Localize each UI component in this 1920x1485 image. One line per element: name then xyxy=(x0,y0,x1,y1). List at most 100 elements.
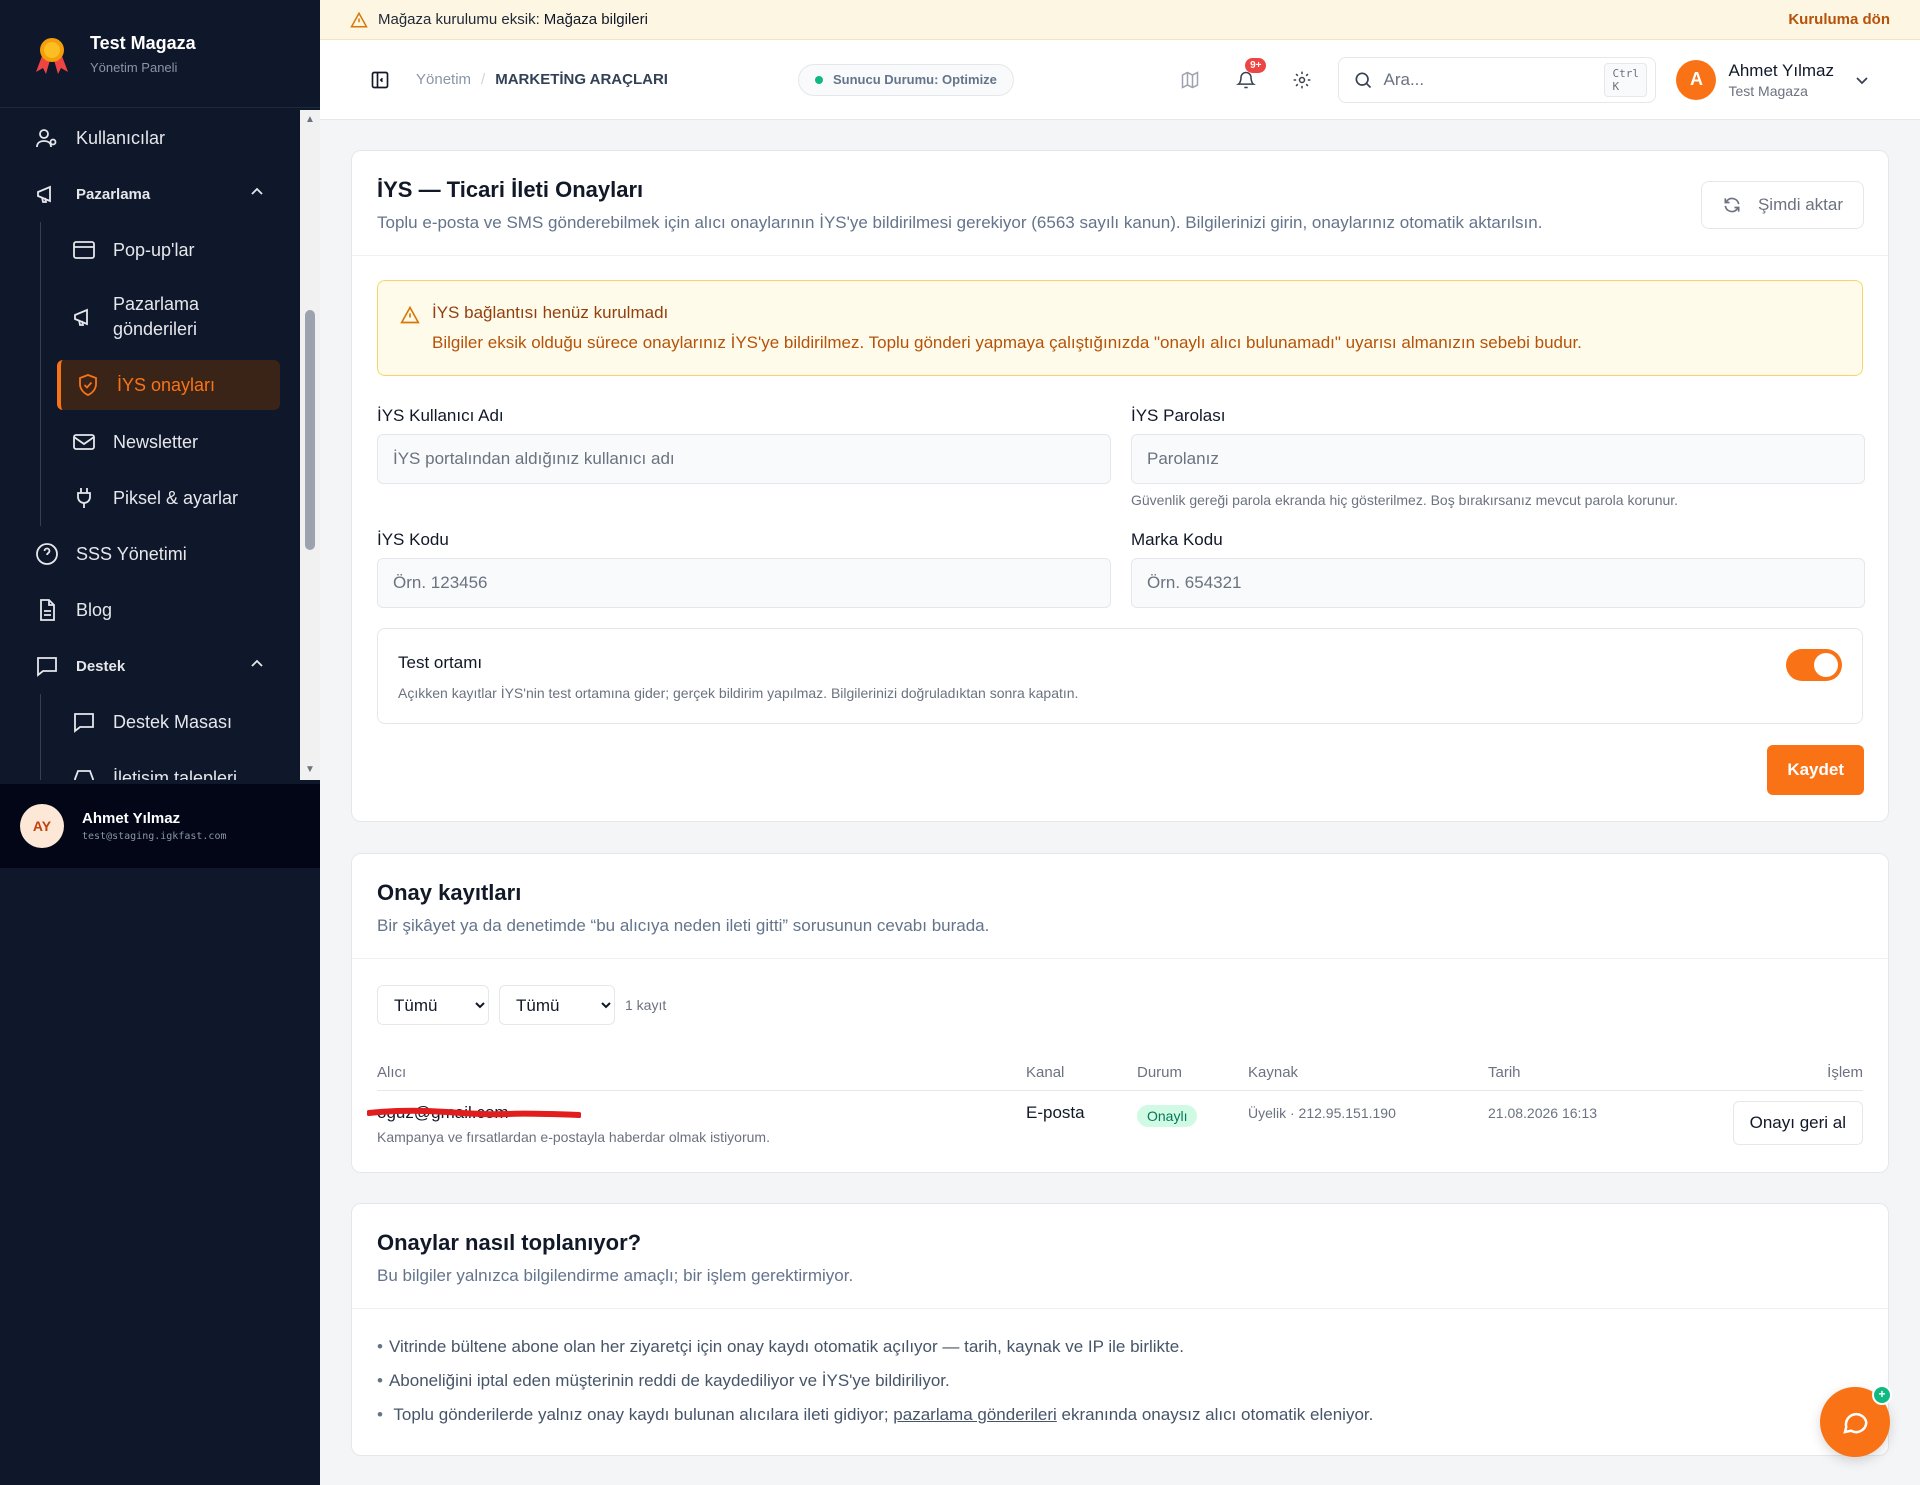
code-field-group: İYS Kodu xyxy=(377,530,1111,608)
sidebar-item-label: SSS Yönetimi xyxy=(76,543,187,564)
table-header-row: Alıcı Kanal Durum Kaynak Tarih İşlem xyxy=(377,1055,1863,1091)
test-mode-description: Açıkken kayıtlar İYS'nin test ortamına g… xyxy=(398,685,1079,701)
chat-support-button[interactable]: + xyxy=(1820,1385,1892,1457)
sidebar-scrollbar[interactable]: ▲ ▼ xyxy=(300,110,320,780)
sidebar-item-label: Piksel & ayarlar xyxy=(113,487,239,508)
date-cell: 21.08.2026 16:13 xyxy=(1488,1105,1597,1121)
recipient-cell: oguz@gmail.com Kampanya ve fırsatlardan … xyxy=(367,1091,1026,1145)
gear-icon[interactable] xyxy=(1284,62,1320,98)
status-cell: Onaylı xyxy=(1137,1091,1248,1145)
marketing-campaigns-link[interactable]: pazarlama gönderileri xyxy=(893,1405,1056,1424)
password-input[interactable] xyxy=(1131,434,1865,484)
sidebar-item-faq[interactable]: SSS Yönetimi xyxy=(0,526,300,582)
sidebar-user-card[interactable]: AY Ahmet Yılmaz test@staging.igkfast.com xyxy=(0,784,320,868)
sync-now-label: Şimdi aktar xyxy=(1757,195,1843,214)
user-store: Test Magaza xyxy=(1728,82,1808,99)
column-header[interactable]: Tarih xyxy=(1488,1055,1708,1091)
column-header[interactable]: Kaynak xyxy=(1248,1055,1488,1091)
revoke-consent-button[interactable]: Onayı geri al xyxy=(1732,1101,1863,1145)
sidebar-item-helpdesk[interactable]: Destek Masası xyxy=(41,694,300,750)
sidebar-item-label: Kullanıcılar xyxy=(76,127,166,148)
breadcrumb-home[interactable]: Yönetim xyxy=(416,71,471,88)
brand[interactable]: Test Magaza Yönetim Paneli xyxy=(0,0,320,108)
action-cell: Onayı geri al xyxy=(1708,1091,1863,1145)
username-input[interactable] xyxy=(377,434,1111,484)
sidebar-user-email: test@staging.igkfast.com xyxy=(82,831,227,842)
sidebar-item-users[interactable]: Kullanıcılar xyxy=(0,110,300,166)
banner-link[interactable]: Mağaza bilgileri xyxy=(544,11,648,28)
column-header[interactable]: Kanal xyxy=(1026,1055,1137,1091)
column-header[interactable]: Durum xyxy=(1137,1055,1248,1091)
sidebar-item-label: İletişim talepleri xyxy=(113,767,238,781)
sidebar-item-newsletter[interactable]: Newsletter xyxy=(41,414,300,470)
top-header: Yönetim / MARKETİNG ARAÇLARI Sunucu Duru… xyxy=(320,40,1920,120)
credentials-form: İYS Kullanıcı Adı İYS Parolası Güvenlik … xyxy=(377,406,1865,608)
setup-banner: Mağaza kurulumu eksik: Mağaza bilgileri … xyxy=(320,0,1920,40)
banner-text: Mağaza kurulumu eksik: xyxy=(378,11,540,28)
iys-settings-card: İYS — Ticari İleti Onayları Toplu e-post… xyxy=(351,150,1889,822)
save-button[interactable]: Kaydet xyxy=(1767,745,1864,795)
refresh-icon xyxy=(1724,197,1740,213)
brand-code-input[interactable] xyxy=(1131,558,1865,608)
bell-icon[interactable]: 9+ xyxy=(1228,57,1267,98)
status-filter-select[interactable]: Tümü xyxy=(499,985,615,1025)
notification-badge: 9+ xyxy=(1245,57,1267,73)
connection-warning-alert: İYS bağlantısı henüz kurulmadı Bilgiler … xyxy=(377,280,1863,376)
search-box[interactable]: Ctrl K xyxy=(1338,56,1657,103)
column-header[interactable]: Alıcı xyxy=(377,1055,1026,1091)
info-list: Vitrinde bültene abone olan her ziyaretç… xyxy=(352,1309,1888,1425)
search-input[interactable] xyxy=(1383,69,1605,90)
sidebar-group-support[interactable]: Destek xyxy=(0,638,300,694)
password-hint: Güvenlik gereği parola ekranda hiç göste… xyxy=(1131,492,1679,508)
sidebar-item-pixel[interactable]: Piksel & ayarlar xyxy=(41,470,300,526)
sidebar-item-campaigns[interactable]: Pazarlama gönderileri xyxy=(41,278,300,356)
document-icon xyxy=(34,597,60,623)
chevron-up-icon[interactable] xyxy=(250,657,264,675)
chevron-up-icon[interactable] xyxy=(250,185,264,203)
sidebar-item-iys[interactable]: İYS onayları xyxy=(57,360,280,410)
sync-now-button[interactable]: Şimdi aktar xyxy=(1700,181,1864,229)
user-menu[interactable]: A Ahmet Yılmaz Test Magaza xyxy=(1676,59,1870,100)
warning-icon xyxy=(400,305,420,324)
record-count: 1 kayıt xyxy=(625,997,667,1013)
sidebar-item-contact[interactable]: İletişim talepleri xyxy=(41,750,300,780)
sidebar-group-marketing[interactable]: Pazarlama xyxy=(0,166,300,222)
brand-subtitle: Yönetim Paneli xyxy=(90,59,178,75)
test-mode-box: Test ortamı Açıkken kayıtlar İYS'nin tes… xyxy=(377,628,1863,724)
iys-code-input[interactable] xyxy=(377,558,1111,608)
sidebar-item-popups[interactable]: Pop-up'lar xyxy=(41,222,300,278)
table-row: oguz@gmail.com Kampanya ve fırsatlardan … xyxy=(367,1091,1863,1145)
status-dot xyxy=(814,75,823,84)
scrollbar-thumb[interactable] xyxy=(305,310,315,550)
card-description: Bu bilgiler yalnızca bilgilendirme amaçl… xyxy=(377,1266,854,1285)
window-icon xyxy=(71,237,97,263)
return-setup-link[interactable]: Kuruluma dön xyxy=(1788,11,1890,28)
channel-filter-select[interactable]: Tümü xyxy=(377,985,489,1025)
status-badge: Onaylı xyxy=(1137,1105,1198,1127)
password-label: İYS Parolası xyxy=(1131,406,1226,425)
avatar: A xyxy=(1676,59,1717,100)
sidebar-item-label: Destek Masası xyxy=(113,711,233,732)
server-status-badge: Sunucu Durumu: Optimize xyxy=(797,63,1014,96)
scroll-down-arrow-icon[interactable]: ▼ xyxy=(300,762,320,778)
source-cell: Üyelik · 212.95.151.190 xyxy=(1248,1105,1396,1121)
header-actions: 9+ Ctrl K A Ahmet Yılmaz Test Magaza xyxy=(1152,56,1870,103)
scroll-up-arrow-icon[interactable]: ▲ xyxy=(300,112,320,128)
column-header[interactable]: İşlem xyxy=(1708,1055,1863,1091)
megaphone-icon xyxy=(71,304,97,330)
card-header: Onay kayıtları Bir şikâyet ya da denetim… xyxy=(352,854,1888,959)
card-title: Onaylar nasıl toplanıyor? xyxy=(377,1230,642,1255)
plug-icon xyxy=(71,485,97,511)
list-item: Toplu gönderilerde yalnız onay kaydı bul… xyxy=(377,1405,1863,1425)
chevron-down-icon[interactable] xyxy=(1854,72,1870,88)
consent-note: Kampanya ve fırsatlardan e-postayla habe… xyxy=(377,1129,770,1145)
warning-icon xyxy=(350,11,368,29)
map-icon[interactable] xyxy=(1172,62,1208,98)
test-mode-toggle[interactable] xyxy=(1786,649,1842,681)
test-mode-title: Test ortamı xyxy=(398,653,483,672)
sidebar-group-label: Pazarlama xyxy=(76,185,151,203)
search-shortcut: Ctrl K xyxy=(1604,62,1647,97)
sidebar-item-label: İYS onayları xyxy=(117,374,216,395)
sidebar-item-blog[interactable]: Blog xyxy=(0,582,300,638)
sidebar-toggle-icon[interactable] xyxy=(370,70,390,90)
